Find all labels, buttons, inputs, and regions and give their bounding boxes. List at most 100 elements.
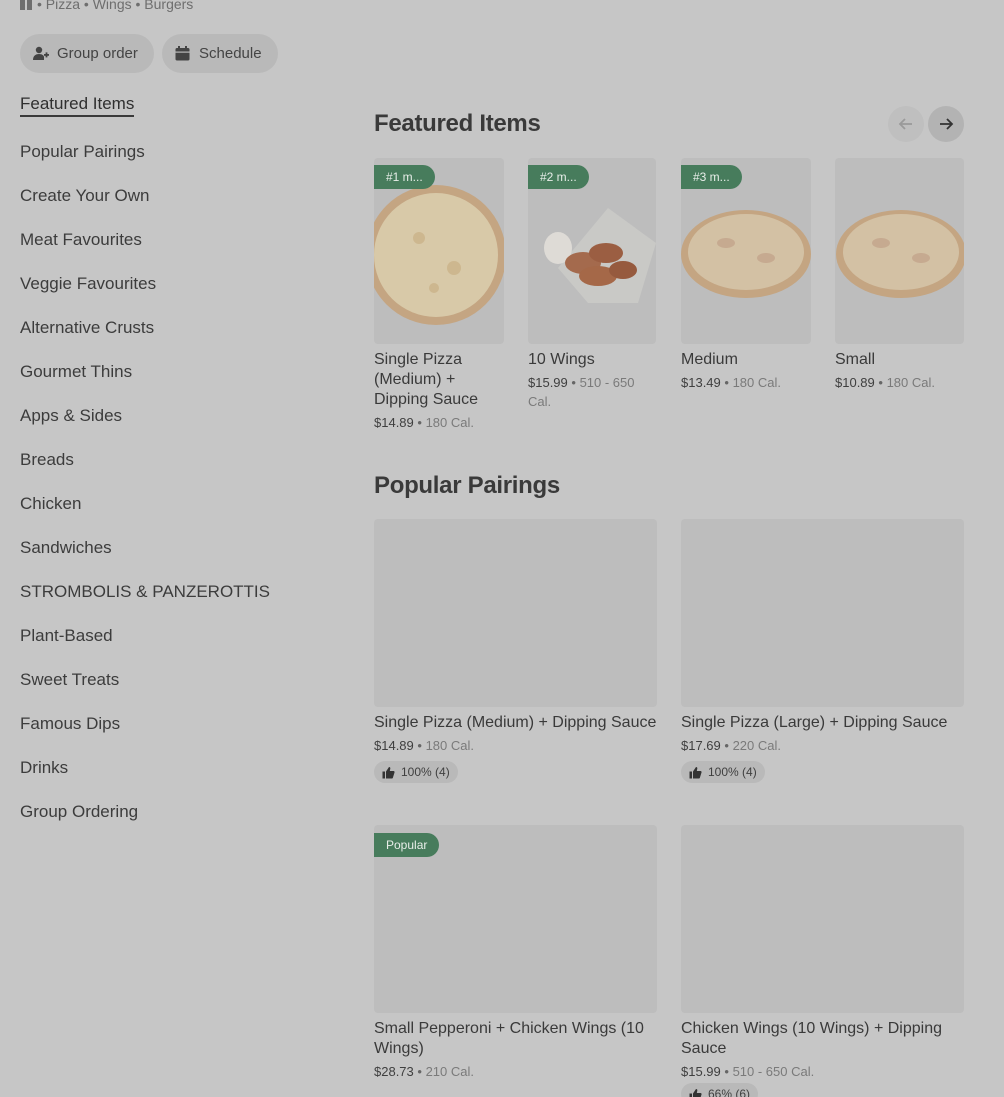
- item-image: [681, 519, 964, 707]
- arrow-left-icon: [898, 118, 912, 130]
- pairing-item-card[interactable]: Single Pizza (Medium) + Dipping Sauce $1…: [374, 519, 657, 784]
- item-price: $14.89: [374, 415, 414, 430]
- rating-badge: 100% (4): [374, 761, 458, 783]
- item-image: #2 m...: [528, 158, 656, 344]
- item-name: Single Pizza (Medium) + Dipping Sauce: [374, 351, 479, 408]
- item-name: Medium: [681, 351, 738, 368]
- featured-items-title: Featured Items: [374, 110, 541, 137]
- item-calories: 180 Cal.: [425, 738, 474, 753]
- item-image: [835, 158, 964, 344]
- category-chicken[interactable]: Chicken: [20, 494, 81, 514]
- item-meta: $15.99 • 510 - 650 Cal.: [681, 1062, 964, 1081]
- item-meta: $10.89 • 180 Cal.: [835, 373, 964, 392]
- item-name: Small: [835, 351, 876, 368]
- item-calories: 210 Cal.: [425, 1064, 474, 1079]
- carousel-prev-button[interactable]: [888, 106, 924, 142]
- category-plant-based[interactable]: Plant-Based: [20, 626, 113, 646]
- category-popular-pairings[interactable]: Popular Pairings: [20, 142, 145, 162]
- category-meat-favourites[interactable]: Meat Favourites: [20, 230, 142, 250]
- item-price: $13.49: [681, 375, 721, 390]
- category-alternative-crusts[interactable]: Alternative Crusts: [20, 318, 154, 338]
- item-meta: $15.99 • 510 - 650 Cal.: [528, 373, 656, 411]
- item-price: $14.89: [374, 738, 414, 753]
- store-icon: [20, 0, 32, 10]
- item-image: Popular: [374, 825, 657, 1013]
- item-image: [681, 825, 964, 1013]
- category-apps-sides[interactable]: Apps & Sides: [20, 406, 122, 426]
- category-sandwiches[interactable]: Sandwiches: [20, 538, 112, 558]
- item-name: 10 Wings: [528, 351, 595, 368]
- arrow-right-icon: [940, 118, 954, 130]
- cheese-pizza-icon: [836, 210, 964, 298]
- meta-separator: •: [724, 375, 733, 390]
- rating-badge: 66% (6): [681, 1083, 759, 1097]
- featured-item-card[interactable]: Small $10.89 • 180 Cal.: [835, 158, 964, 392]
- breadcrumb-text: • Pizza • Wings • Burgers: [37, 0, 194, 12]
- pairing-item-card[interactable]: Popular Small Pepperoni + Chicken Wings …: [374, 825, 657, 1081]
- rank-badge: #1 m...: [374, 165, 435, 189]
- category-famous-dips[interactable]: Famous Dips: [20, 714, 120, 734]
- meta-separator: •: [724, 738, 733, 753]
- pairing-item-card[interactable]: Single Pizza (Large) + Dipping Sauce $17…: [681, 519, 964, 784]
- featured-item-card[interactable]: #1 m... Single Pizza (Medium) + Dipping …: [374, 158, 504, 432]
- item-name: Single Pizza (Large) + Dipping Sauce: [681, 714, 948, 731]
- popular-badge: Popular: [374, 833, 440, 857]
- item-calories: 180 Cal.: [732, 375, 781, 390]
- meta-separator: •: [878, 375, 887, 390]
- item-price: $10.89: [835, 375, 875, 390]
- thumbs-up-icon: [689, 1088, 702, 1097]
- category-group-ordering[interactable]: Group Ordering: [20, 802, 138, 822]
- rating-text: 100% (4): [708, 765, 757, 779]
- meta-separator: •: [417, 415, 426, 430]
- item-meta: $28.73 • 210 Cal.: [374, 1062, 657, 1081]
- item-price: $15.99: [528, 375, 568, 390]
- meta-separator: •: [417, 1064, 426, 1079]
- calendar-icon: [175, 46, 190, 61]
- item-meta: $13.49 • 180 Cal.: [681, 373, 811, 392]
- thumbs-up-icon: [689, 766, 702, 778]
- item-image: #1 m...: [374, 158, 504, 344]
- pairing-item-card[interactable]: Chicken Wings (10 Wings) + Dipping Sauce…: [681, 825, 964, 1097]
- schedule-button[interactable]: Schedule: [162, 34, 278, 73]
- group-order-button[interactable]: Group order: [20, 34, 154, 73]
- item-price: $28.73: [374, 1064, 414, 1079]
- thumbs-up-icon: [382, 766, 395, 778]
- breadcrumb: • Pizza • Wings • Burgers: [20, 0, 193, 12]
- category-create-your-own[interactable]: Create Your Own: [20, 186, 149, 206]
- rating-badge: 100% (4): [681, 761, 765, 783]
- rank-badge: #2 m...: [528, 165, 589, 189]
- rating-text: 100% (4): [401, 765, 450, 779]
- item-name: Chicken Wings (10 Wings) + Dipping Sauce: [681, 1020, 942, 1057]
- meta-separator: •: [417, 738, 426, 753]
- category-featured-items[interactable]: Featured Items: [20, 94, 135, 117]
- item-calories: 180 Cal.: [886, 375, 935, 390]
- rank-badge: #3 m...: [681, 165, 742, 189]
- item-calories: 180 Cal.: [425, 415, 474, 430]
- item-calories: 510 - 650 Cal.: [732, 1064, 815, 1079]
- item-price: $15.99: [681, 1064, 721, 1079]
- category-veggie-favourites[interactable]: Veggie Favourites: [20, 274, 156, 294]
- item-calories: 220 Cal.: [732, 738, 781, 753]
- featured-item-card[interactable]: #3 m... Medium $13.49 • 180 Cal.: [681, 158, 811, 392]
- schedule-label: Schedule: [199, 45, 262, 62]
- category-drinks[interactable]: Drinks: [20, 758, 68, 778]
- group-order-label: Group order: [57, 45, 138, 62]
- item-name: Single Pizza (Medium) + Dipping Sauce: [374, 714, 657, 731]
- category-gourmet-thins[interactable]: Gourmet Thins: [20, 362, 132, 382]
- category-strombolis-panzerottis[interactable]: STROMBOLIS & PANZEROTTIS: [20, 582, 270, 602]
- item-image: [374, 519, 657, 707]
- carousel-next-button[interactable]: [928, 106, 964, 142]
- item-meta: $14.89 • 180 Cal.: [374, 736, 657, 755]
- item-price: $17.69: [681, 738, 721, 753]
- category-breads[interactable]: Breads: [20, 450, 74, 470]
- item-meta: $14.89 • 180 Cal.: [374, 413, 504, 432]
- item-meta: $17.69 • 220 Cal.: [681, 736, 964, 755]
- meta-separator: •: [571, 375, 580, 390]
- item-name: Small Pepperoni + Chicken Wings (10 Wing…: [374, 1020, 644, 1057]
- category-sweet-treats[interactable]: Sweet Treats: [20, 670, 119, 690]
- popular-pairings-title: Popular Pairings: [374, 472, 560, 499]
- add-person-icon: [33, 46, 49, 60]
- featured-item-card[interactable]: #2 m... 10 Wings $15.99 • 510 - 650 Cal.: [528, 158, 656, 411]
- rating-text: 66% (6): [708, 1087, 751, 1097]
- meta-separator: •: [724, 1064, 733, 1079]
